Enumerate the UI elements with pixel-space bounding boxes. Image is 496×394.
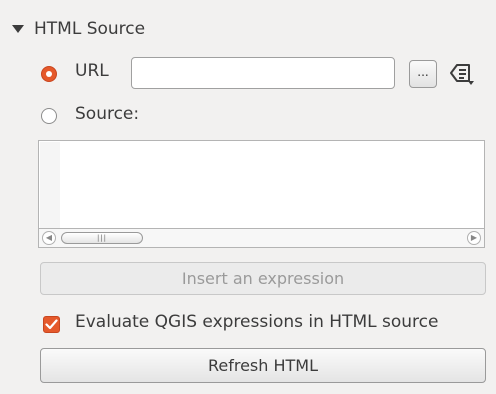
- evaluate-label: Evaluate QGIS expressions in HTML source: [75, 312, 439, 332]
- url-radio[interactable]: [41, 66, 57, 82]
- html-source-panel: HTML Source URL ... Source: ◀ ||| ▶ Inse…: [0, 0, 496, 394]
- source-editor[interactable]: [38, 140, 485, 228]
- source-label: Source:: [75, 104, 140, 124]
- scroll-right-icon[interactable]: ▶: [467, 231, 481, 245]
- data-defined-expression-icon[interactable]: [446, 59, 476, 87]
- url-label: URL: [75, 61, 109, 81]
- checkmark-icon: [45, 319, 58, 330]
- evaluate-checkbox[interactable]: [43, 316, 60, 333]
- radio-dot-icon: [46, 71, 52, 77]
- refresh-html-button[interactable]: Refresh HTML: [40, 348, 486, 383]
- insert-expression-button[interactable]: Insert an expression: [40, 262, 486, 295]
- section-title: HTML Source: [34, 19, 146, 39]
- horizontal-scrollbar[interactable]: ◀ ||| ▶: [38, 228, 485, 248]
- browse-button[interactable]: ...: [409, 60, 437, 88]
- scrollbar-thumb[interactable]: |||: [61, 232, 143, 244]
- section-header[interactable]: HTML Source: [10, 14, 145, 44]
- editor-gutter: [40, 142, 60, 228]
- scroll-left-icon[interactable]: ◀: [42, 231, 56, 245]
- collapse-triangle-icon[interactable]: [12, 25, 24, 33]
- url-input[interactable]: [131, 57, 395, 89]
- source-radio[interactable]: [41, 108, 57, 124]
